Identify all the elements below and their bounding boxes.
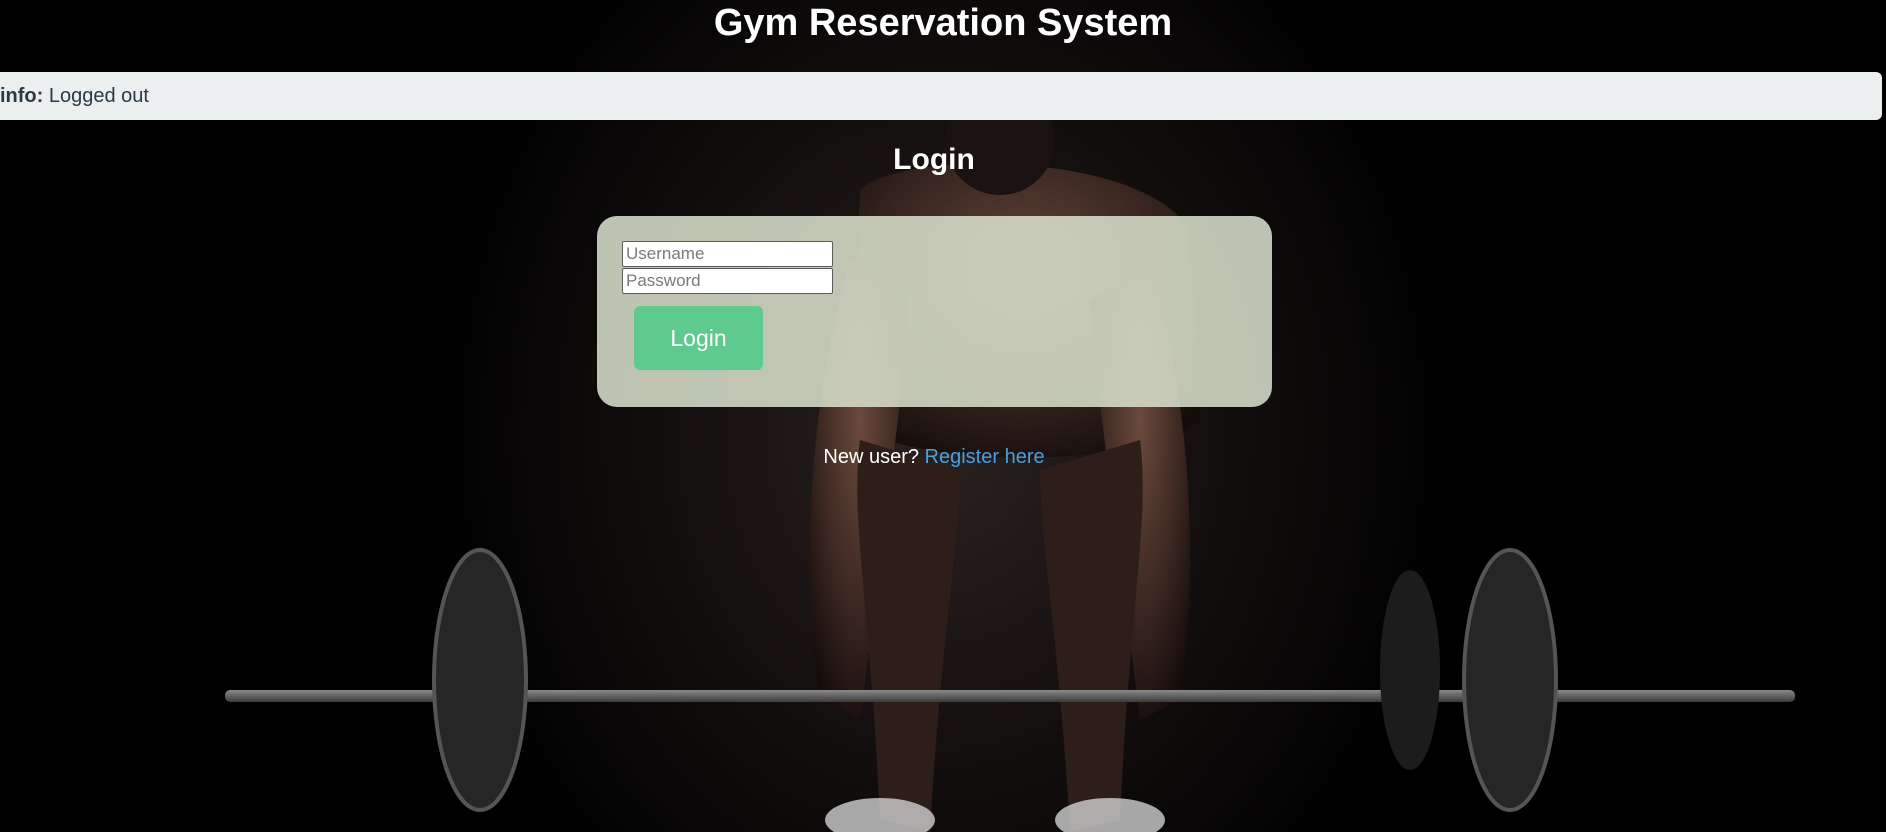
login-form: Login: [597, 216, 1272, 407]
register-prompt: New user? Register here: [0, 444, 1868, 470]
flash-text: Logged out: [48, 85, 149, 107]
password-input[interactable]: [622, 268, 833, 294]
login-button[interactable]: Login: [634, 306, 763, 370]
background-image: [0, 0, 1886, 832]
register-link[interactable]: Register here: [925, 446, 1045, 468]
page-title: Gym Reservation System: [713, 2, 1173, 44]
page-header: Gym Reservation System: [0, 0, 1886, 46]
register-question: New user?: [823, 446, 919, 468]
gym-background-illustration: [225, 85, 1795, 832]
login-heading: Login: [893, 143, 975, 176]
flash-label: info:: [0, 85, 44, 107]
flash-message: info: Logged out: [0, 72, 1882, 120]
username-input[interactable]: [622, 241, 833, 267]
